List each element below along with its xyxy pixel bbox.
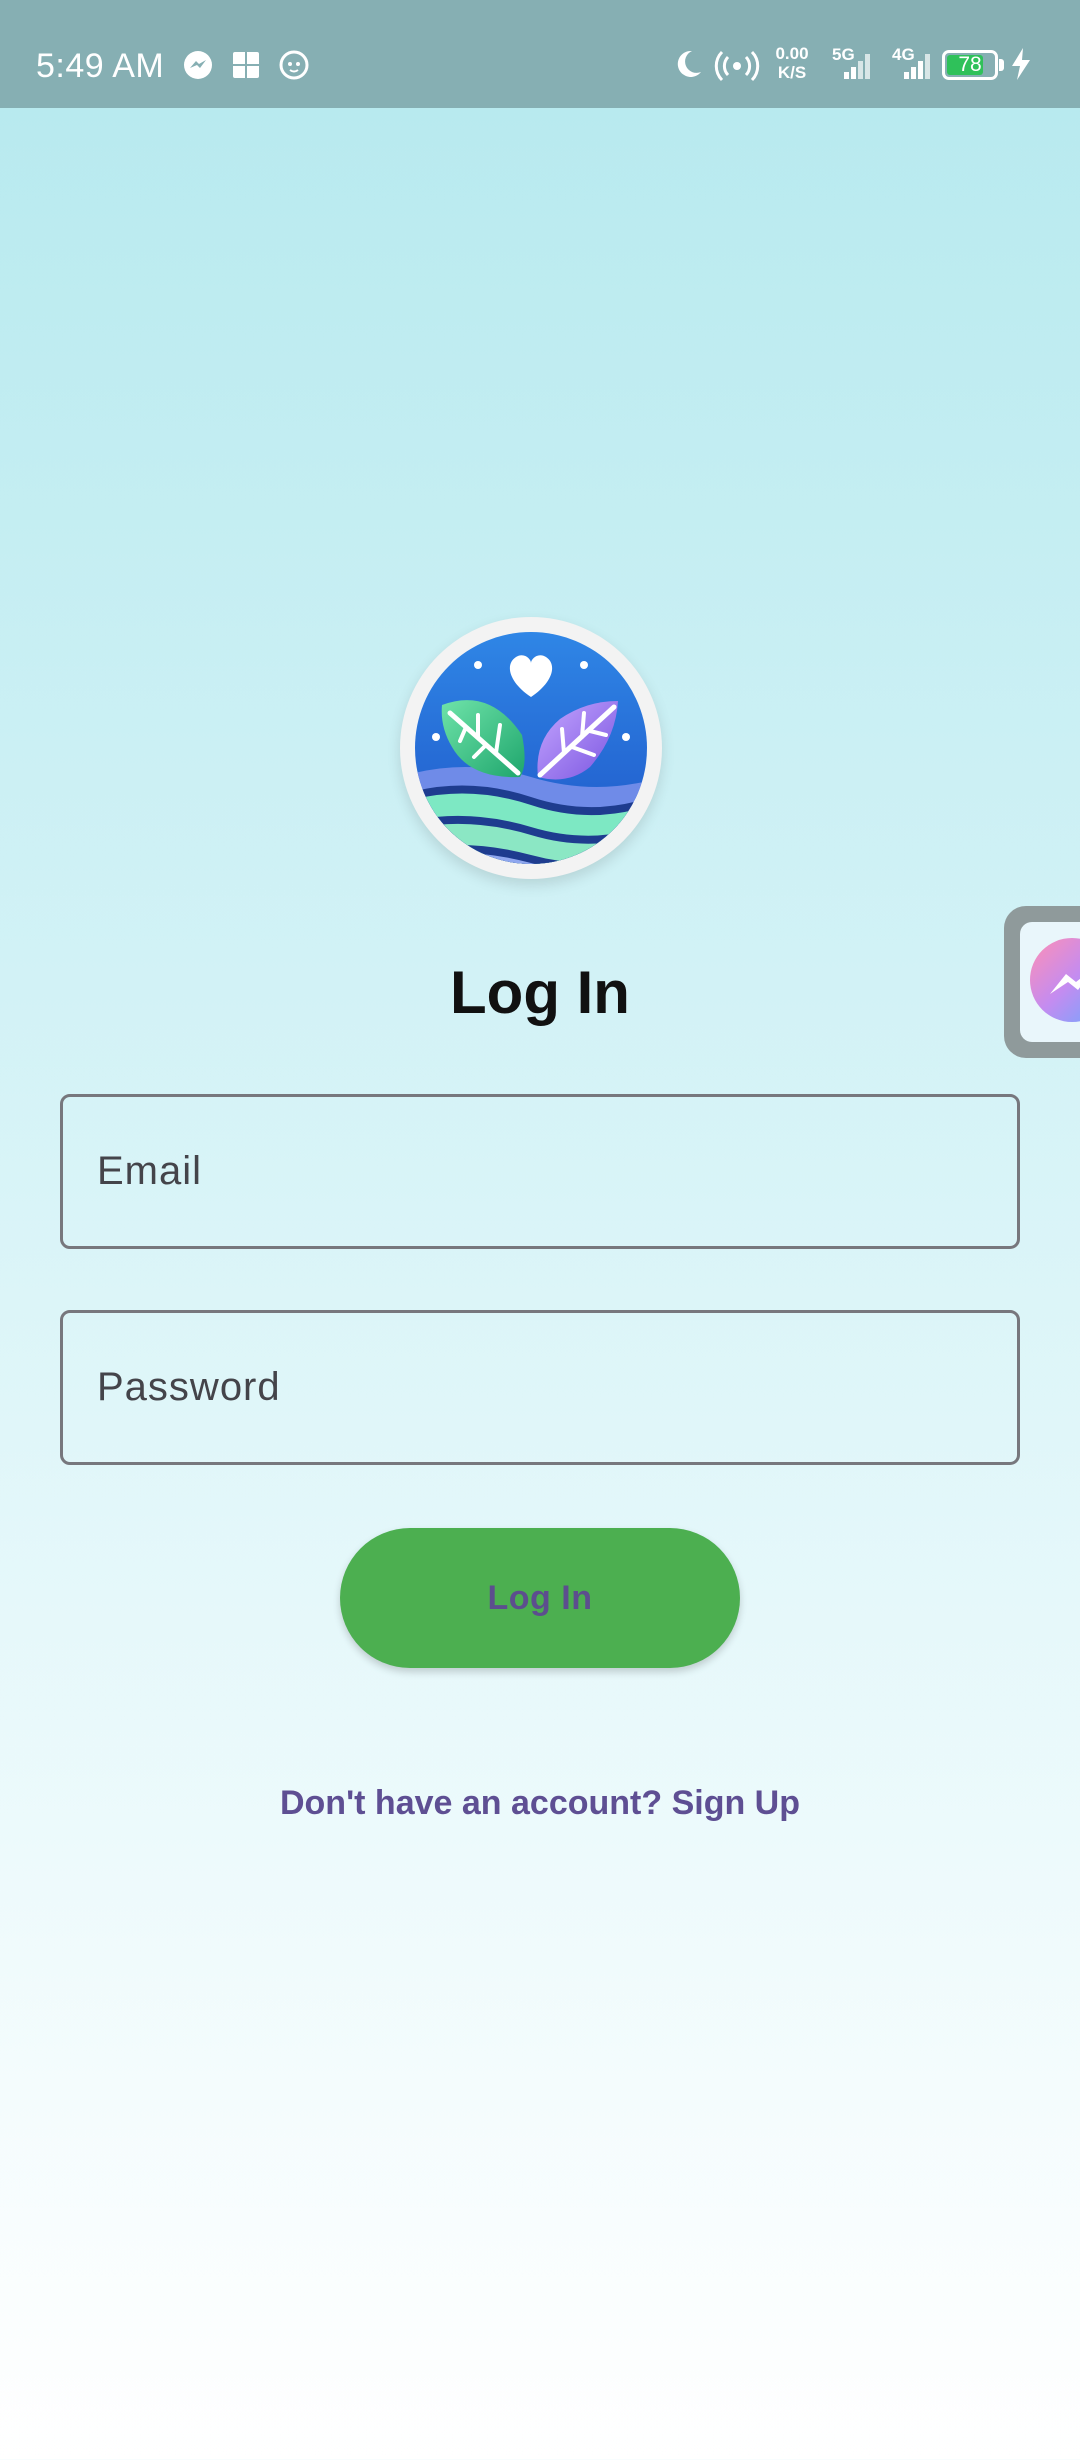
- page-title: Log In: [450, 959, 630, 1026]
- messenger-chat-head-icon: [1030, 938, 1080, 1022]
- network-speed-unit: K/S: [777, 63, 807, 82]
- moon-icon: [670, 46, 706, 87]
- gallery-icon: [229, 48, 263, 82]
- password-field-container[interactable]: [60, 1310, 1020, 1465]
- battery-icon: 78: [942, 50, 998, 80]
- password-field[interactable]: [63, 1313, 1017, 1462]
- app-logo: [400, 617, 662, 879]
- chat-head-bubble: [1020, 922, 1080, 1042]
- status-bar: 5:49 AM 0.00 K/S 5G 4G 78: [0, 0, 1080, 108]
- hotspot-icon: [714, 46, 760, 87]
- network-speed-value: 0.00: [775, 44, 809, 63]
- email-field-container[interactable]: [60, 1094, 1020, 1249]
- signal-5g-icon: [826, 46, 876, 87]
- battery-tip: [999, 59, 1004, 71]
- signup-link[interactable]: Don't have an account? Sign Up: [0, 1780, 1080, 1826]
- messenger-icon: [181, 48, 215, 82]
- email-field[interactable]: [63, 1097, 1017, 1246]
- signal-4g-icon: [886, 46, 936, 87]
- status-time: 5:49 AM: [36, 47, 165, 85]
- battery-level: 78: [958, 53, 982, 76]
- cat-icon: [277, 48, 311, 82]
- floating-chat-head[interactable]: [1004, 906, 1080, 1058]
- network-speed: 0.00 K/S: [770, 44, 814, 82]
- login-button[interactable]: Log In: [340, 1528, 740, 1668]
- charging-icon: [1008, 46, 1034, 87]
